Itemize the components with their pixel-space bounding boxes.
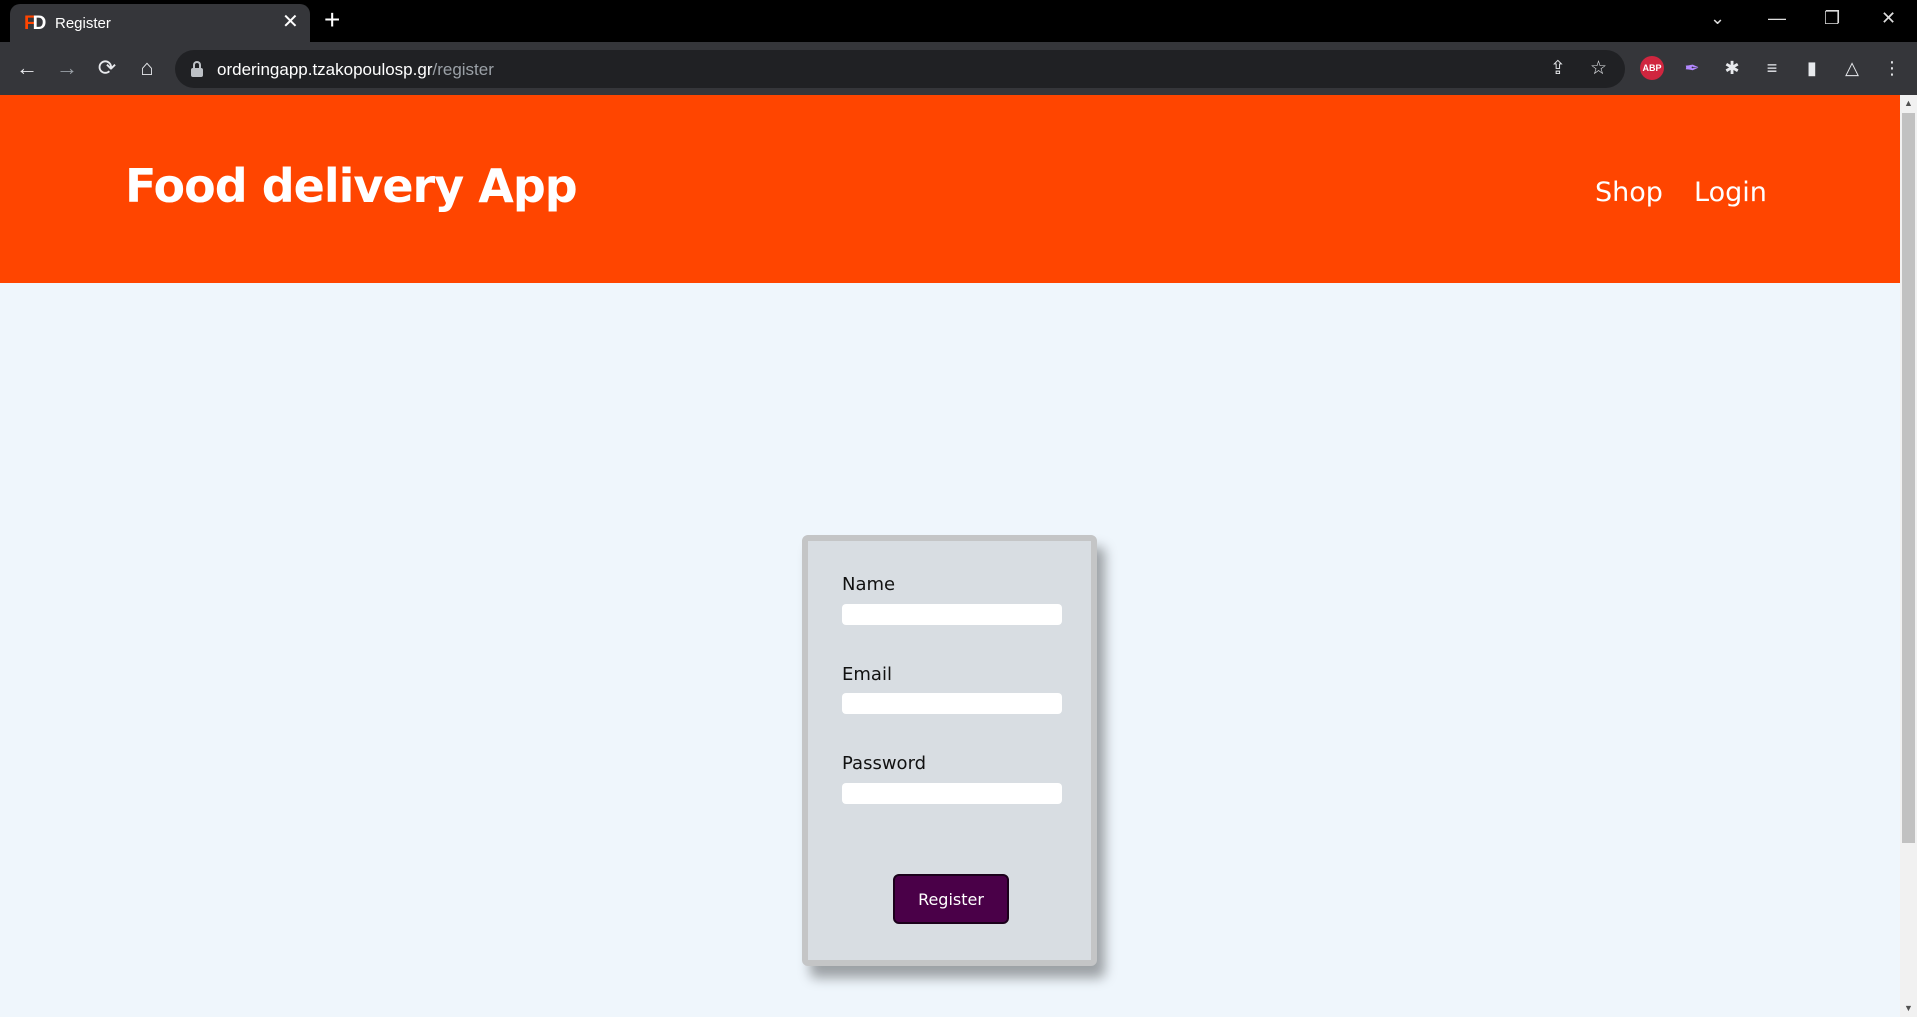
password-label: Password <box>842 753 927 774</box>
nav-login-link[interactable]: Login <box>1694 177 1767 208</box>
feather-extension-icon[interactable]: ✒ <box>1680 56 1704 80</box>
name-label: Name <box>842 574 896 595</box>
page-scrollbar[interactable]: ▲ ▼ <box>1900 95 1917 1017</box>
email-label: Email <box>842 664 892 685</box>
side-panel-icon[interactable]: ▮ <box>1800 56 1824 80</box>
fd-favicon-icon: FD <box>24 13 46 34</box>
tab-search-chevron-icon[interactable]: ⌄ <box>1710 6 1725 30</box>
extensions-puzzle-icon[interactable]: ✱ <box>1720 56 1744 80</box>
nav-shop-link[interactable]: Shop <box>1595 177 1663 208</box>
restore-icon[interactable]: ❐ <box>1824 6 1840 30</box>
window-close-icon[interactable]: ✕ <box>1881 6 1896 30</box>
new-tab-icon[interactable]: + <box>324 6 340 34</box>
email-input[interactable] <box>842 693 1062 714</box>
browser-tab-strip: FD Register ✕ + ⌄ — ❐ ✕ <box>0 0 1917 42</box>
password-input[interactable] <box>842 783 1062 804</box>
home-icon[interactable]: ⌂ <box>132 53 162 83</box>
tab-title: Register <box>55 15 111 32</box>
url-text[interactable]: orderingapp.tzakopoulosp.gr/register <box>217 60 494 80</box>
back-icon[interactable]: ← <box>12 53 42 83</box>
drive-icon[interactable]: △ <box>1840 56 1864 80</box>
browser-menu-icon[interactable]: ⋮ <box>1880 56 1904 80</box>
browser-toolbar: ← → ⟳ ⌂ orderingapp.tzakopoulosp.gr/regi… <box>0 42 1917 95</box>
bookmark-star-icon[interactable]: ☆ <box>1590 58 1607 80</box>
register-form-card: Name Email Password Register <box>802 535 1097 966</box>
lock-icon[interactable] <box>191 61 203 77</box>
scroll-down-arrow-icon[interactable]: ▼ <box>1903 1003 1914 1014</box>
media-control-icon[interactable]: ≡ <box>1760 56 1784 80</box>
browser-tab[interactable]: FD Register ✕ <box>10 4 310 42</box>
adblock-plus-icon[interactable]: ABP <box>1640 56 1664 80</box>
reload-icon[interactable]: ⟳ <box>92 53 122 83</box>
page-viewport: Food delivery App Shop Login Name Email … <box>0 95 1900 1017</box>
address-bar[interactable]: orderingapp.tzakopoulosp.gr/register ⇪ ☆ <box>175 50 1625 88</box>
minimize-icon[interactable]: — <box>1768 6 1786 30</box>
site-header: Food delivery App Shop Login <box>0 95 1900 283</box>
share-icon[interactable]: ⇪ <box>1550 58 1566 80</box>
site-brand-title[interactable]: Food delivery App <box>125 159 578 213</box>
tab-close-icon[interactable]: ✕ <box>282 12 299 32</box>
name-input[interactable] <box>842 604 1062 625</box>
scrollbar-thumb[interactable] <box>1902 113 1915 843</box>
register-button[interactable]: Register <box>893 874 1009 924</box>
forward-icon[interactable]: → <box>52 53 82 83</box>
scroll-up-arrow-icon[interactable]: ▲ <box>1903 98 1914 109</box>
